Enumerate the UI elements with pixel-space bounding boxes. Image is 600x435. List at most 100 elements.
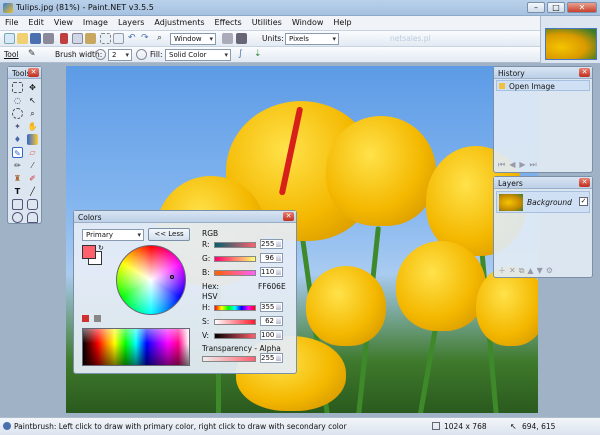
menu-file[interactable]: File (0, 16, 23, 29)
colors-header[interactable]: Colors ✕ (74, 211, 296, 223)
text-icon[interactable]: T (12, 186, 23, 197)
move-selection-icon[interactable]: ↖ (27, 95, 38, 106)
green-input[interactable]: 96 (260, 253, 283, 263)
palette-menu-icon[interactable] (94, 315, 101, 322)
print-icon[interactable] (43, 33, 54, 44)
layers-header[interactable]: Layers ✕ (494, 177, 592, 189)
ellipse-select-icon[interactable] (12, 108, 23, 119)
menu-effects[interactable]: Effects (210, 16, 247, 29)
line-curve-icon[interactable]: ╱ (27, 186, 38, 197)
zoom-tool-icon[interactable]: ⌕ (27, 108, 38, 119)
paste-icon[interactable] (85, 33, 96, 44)
ruler-icon[interactable] (236, 33, 247, 44)
status-bar: Paintbrush: Left click to draw with prim… (0, 417, 600, 435)
green-slider[interactable] (214, 256, 256, 262)
hex-value[interactable]: FF606E (258, 282, 286, 291)
close-icon[interactable]: ✕ (579, 178, 590, 187)
menu-image[interactable]: Image (78, 16, 113, 29)
pan-icon[interactable]: ✋ (27, 121, 38, 132)
history-controls[interactable]: ⏮◀▶⏭ (498, 160, 541, 170)
copy-icon[interactable] (72, 33, 83, 44)
colors-title: Colors (78, 213, 102, 222)
less-button[interactable]: << Less (148, 228, 190, 241)
rectangle-select-icon[interactable] (12, 82, 23, 93)
ellipse-icon[interactable] (12, 212, 23, 223)
swap-colors-icon[interactable]: ↻ (98, 244, 104, 252)
cut-icon[interactable] (60, 33, 68, 44)
menu-view[interactable]: View (49, 16, 78, 29)
layer-visibility-checkbox[interactable]: ✓ (579, 197, 588, 206)
red-slider[interactable] (214, 242, 256, 248)
grid-icon[interactable] (222, 33, 233, 44)
rounded-rectangle-icon[interactable] (27, 199, 38, 210)
units-select[interactable]: Pixels (285, 33, 339, 45)
paintbrush-tool-icon[interactable]: ✎ (12, 147, 23, 158)
primary-color-swatch[interactable] (82, 245, 96, 259)
minimize-button[interactable]: – (527, 2, 545, 13)
deselect-icon[interactable] (113, 33, 124, 44)
zoom-select[interactable]: Window (170, 33, 216, 45)
color-wheel-marker[interactable] (170, 275, 174, 279)
blue-slider[interactable] (214, 270, 256, 276)
antialias-icon[interactable]: ∫ (238, 49, 249, 60)
close-icon[interactable]: ✕ (283, 212, 294, 221)
close-icon[interactable]: ✕ (579, 68, 590, 77)
eraser-icon[interactable]: ▱ (27, 147, 38, 158)
crop-icon[interactable] (100, 33, 111, 44)
open-icon[interactable] (17, 33, 28, 44)
add-to-palette-icon[interactable] (82, 315, 89, 322)
red-input[interactable]: 255 (260, 239, 283, 249)
tools-header[interactable]: Tools ✕ (8, 67, 41, 79)
brush-width-select[interactable]: 2 (108, 49, 132, 61)
freeform-shape-icon[interactable] (27, 212, 38, 223)
layer-row[interactable]: Background ✓ (496, 191, 590, 213)
layer-controls[interactable]: ＋✕⧉▲▼⚙ (498, 265, 556, 276)
brush-increase-icon[interactable] (136, 49, 147, 60)
clone-stamp-icon[interactable]: ♜ (12, 173, 23, 184)
color-wheel[interactable] (116, 245, 186, 315)
undo-icon[interactable]: ↶ (128, 33, 139, 44)
magic-wand-icon[interactable]: ✦ (12, 121, 23, 132)
move-selected-icon[interactable]: ✥ (27, 82, 38, 93)
blue-input[interactable]: 110 (260, 267, 283, 277)
maximize-button[interactable]: □ (547, 2, 565, 13)
menu-adjustments[interactable]: Adjustments (149, 16, 209, 29)
pencil-icon[interactable]: ✏ (12, 160, 23, 171)
close-icon[interactable]: ✕ (28, 68, 39, 77)
menu-edit[interactable]: Edit (23, 16, 49, 29)
menu-window[interactable]: Window (287, 16, 329, 29)
menu-utilities[interactable]: Utilities (247, 16, 287, 29)
saturation-slider[interactable] (214, 319, 256, 325)
paintbrush-icon[interactable]: ✎ (28, 49, 39, 60)
redo-icon[interactable]: ↷ (141, 33, 152, 44)
image-thumbnail[interactable] (545, 28, 597, 60)
alpha-input[interactable]: 255 (260, 353, 283, 363)
image-size-icon (432, 422, 440, 430)
recolor-icon[interactable]: ✐ (27, 173, 38, 184)
close-button[interactable]: ✕ (567, 2, 597, 13)
photo-tulip (306, 266, 386, 346)
history-header[interactable]: History ✕ (494, 67, 592, 79)
menu-layers[interactable]: Layers (113, 16, 149, 29)
color-picker-icon[interactable]: ⁄ (27, 160, 38, 171)
save-icon[interactable] (30, 33, 41, 44)
menu-help[interactable]: Help (328, 16, 356, 29)
value-slider[interactable] (214, 333, 256, 339)
fill-select[interactable]: Solid Color (165, 49, 231, 61)
alpha-slider[interactable] (202, 356, 256, 362)
value-input[interactable]: 100 (260, 330, 283, 340)
palette-grid[interactable] (82, 328, 190, 366)
rectangle-icon[interactable] (12, 199, 23, 210)
gradient-icon[interactable] (27, 134, 38, 145)
saturation-input[interactable]: 62 (260, 316, 283, 326)
hue-slider[interactable] (214, 305, 256, 311)
new-icon[interactable] (4, 33, 15, 44)
brush-decrease-icon[interactable] (95, 49, 106, 60)
history-item[interactable]: Open Image (496, 80, 590, 91)
zoom-icon[interactable]: ⌕ (157, 33, 168, 44)
blend-mode-icon[interactable]: ⇣ (254, 49, 265, 60)
lasso-select-icon[interactable]: ◌ (12, 95, 23, 106)
hue-input[interactable]: 355 (260, 302, 283, 312)
paint-bucket-icon[interactable]: ♦ (12, 134, 23, 145)
palette-select[interactable]: Primary (82, 229, 144, 241)
